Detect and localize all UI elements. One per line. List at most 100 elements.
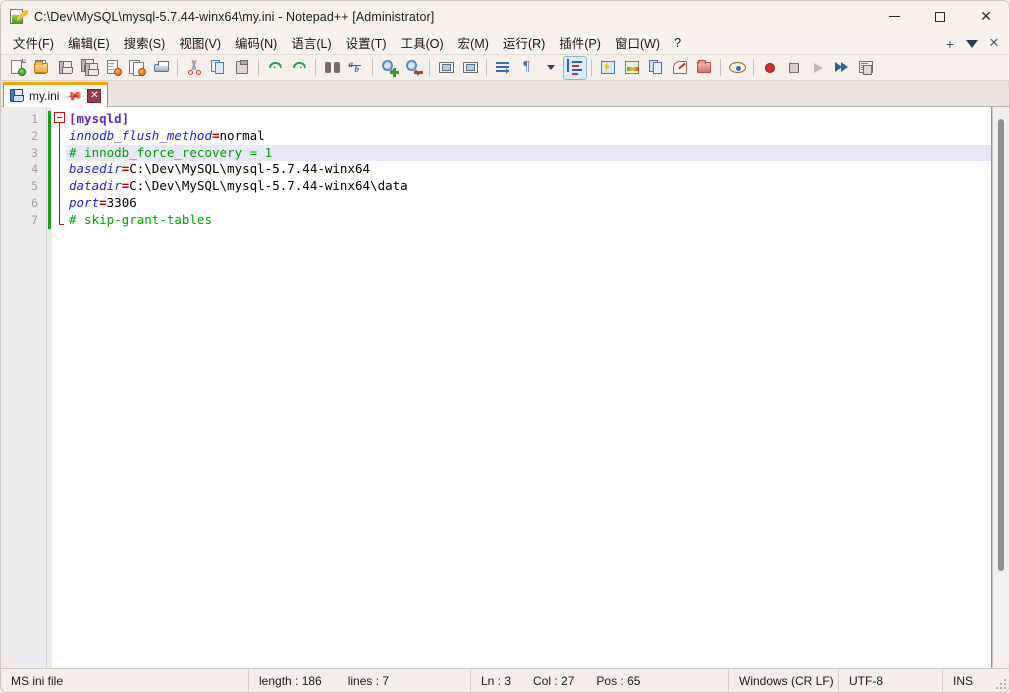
eye-monitor-icon xyxy=(728,59,746,76)
pin-icon[interactable]: 📌 xyxy=(64,86,84,106)
menu-plugins[interactable]: 插件(P) xyxy=(552,31,608,55)
menu-macro[interactable]: 宏(M) xyxy=(451,31,496,55)
show-all-chars-dropdown[interactable] xyxy=(540,57,562,79)
tab-close-icon[interactable]: ✕ xyxy=(87,89,102,103)
zoom-in-button[interactable] xyxy=(378,57,400,79)
line-number: 5 xyxy=(31,179,38,194)
macro-save-button[interactable] xyxy=(855,57,877,79)
ini-key: port xyxy=(69,194,100,210)
floppy-save-icon xyxy=(57,59,74,76)
redo-button[interactable] xyxy=(288,57,310,79)
document-map-button[interactable] xyxy=(621,57,643,79)
new-file-button[interactable] xyxy=(6,57,28,79)
ini-section: [mysqld] xyxy=(69,111,130,126)
scroll-thumb[interactable] xyxy=(998,119,1004,571)
status-eol[interactable]: Windows (CR LF) xyxy=(729,669,839,692)
paste-button[interactable] xyxy=(231,57,253,79)
document-list-button[interactable] xyxy=(961,33,983,55)
find-button[interactable] xyxy=(321,57,343,79)
close-button[interactable]: ✕ xyxy=(963,1,1009,32)
copy-button[interactable] xyxy=(207,57,229,79)
code-line: [mysqld] xyxy=(66,111,991,128)
open-file-button[interactable] xyxy=(30,57,52,79)
printer-icon xyxy=(153,59,170,76)
zoom-out-button[interactable] xyxy=(402,57,424,79)
replace-button[interactable]: ab xyxy=(345,57,367,79)
menu-tools[interactable]: 工具(O) xyxy=(394,31,451,55)
word-wrap-button[interactable] xyxy=(492,57,514,79)
sync-horizontal-button[interactable] xyxy=(459,57,481,79)
menu-edit[interactable]: 编辑(E) xyxy=(61,31,117,55)
show-all-chars-button[interactable]: ¶ xyxy=(516,57,538,79)
menu-help[interactable]: ? xyxy=(667,34,688,53)
folder-as-workspace-icon xyxy=(696,59,713,76)
indent-guide-button[interactable] xyxy=(563,55,587,80)
status-length: length : 186 xyxy=(259,673,322,688)
menu-search[interactable]: 搜索(S) xyxy=(117,31,173,55)
notepad-plus-plus-icon xyxy=(10,8,28,25)
resize-grip[interactable] xyxy=(994,677,1006,689)
pilcrow-icon: ¶ xyxy=(522,59,530,74)
menu-run[interactable]: 运行(R) xyxy=(496,31,552,55)
code-folding-column[interactable] xyxy=(52,107,66,668)
function-list-button[interactable] xyxy=(645,57,667,79)
menu-language[interactable]: 语言(L) xyxy=(284,31,338,55)
menu-view[interactable]: 视图(V) xyxy=(172,31,228,55)
document-close-button[interactable]: ✕ xyxy=(983,33,1005,55)
ini-key: innodb_flush_method xyxy=(69,127,212,143)
indent-guide-icon xyxy=(566,59,584,76)
ini-equals: = xyxy=(212,127,220,143)
toolbar-separator xyxy=(177,59,178,76)
status-ln: Ln : 3 xyxy=(481,673,512,688)
new-document-icon xyxy=(9,59,26,76)
menu-window[interactable]: 窗口(W) xyxy=(608,31,667,55)
folder-workspace-button[interactable] xyxy=(693,57,715,79)
menu-encoding[interactable]: 编码(N) xyxy=(228,31,284,55)
close-file-button[interactable] xyxy=(102,57,124,79)
macro-stop-button[interactable] xyxy=(783,57,805,79)
ini-value: C:\Dev\MySQL\mysql-5.7.44-winx64\data xyxy=(129,178,408,194)
toolbar-separator xyxy=(591,59,592,76)
status-lines: lines : 7 xyxy=(347,673,390,688)
minimize-button[interactable] xyxy=(871,1,917,32)
tab-my-ini[interactable]: my.ini 📌 ✕ xyxy=(3,82,109,107)
editor-inner[interactable]: 1 2 3 4 5 6 7 [mysqld] innodb_flush_meth… xyxy=(1,107,992,668)
menu-file[interactable]: 文件(F) xyxy=(6,31,61,55)
macro-run-multiple-button[interactable] xyxy=(831,57,853,79)
code-text[interactable]: [mysqld] innodb_flush_method=normal # in… xyxy=(66,107,991,668)
macro-record-button[interactable] xyxy=(759,57,781,79)
line-number-gutter: 1 2 3 4 5 6 7 xyxy=(1,107,47,668)
fold-line xyxy=(59,123,60,224)
document-add-button[interactable]: + xyxy=(939,33,961,55)
magnifier-minus-icon xyxy=(405,59,423,76)
ini-value: normal xyxy=(219,127,265,143)
macro-play-button[interactable] xyxy=(807,57,829,79)
save-all-button[interactable] xyxy=(78,57,100,79)
undo-button[interactable] xyxy=(264,57,286,79)
cut-button[interactable] xyxy=(183,57,205,79)
editor-vertical-scrollbar[interactable] xyxy=(992,107,1009,668)
code-line-current: # innodb_force_recovery = 1 xyxy=(66,144,991,162)
close-all-button[interactable] xyxy=(126,57,148,79)
menu-settings[interactable]: 设置(T) xyxy=(339,31,394,55)
status-length-lines: length : 186 lines : 7 xyxy=(249,669,471,692)
maximize-button[interactable] xyxy=(917,1,963,32)
record-dot-icon xyxy=(765,62,775,73)
status-position: Ln : 3 Col : 27 Pos : 65 xyxy=(471,669,729,692)
print-button[interactable] xyxy=(150,57,172,79)
binoculars-icon xyxy=(324,59,341,76)
toolbar: ab ¶ xyxy=(1,55,1009,81)
user-defined-dialog-button[interactable] xyxy=(597,57,619,79)
toolbar-separator xyxy=(753,59,754,76)
save-macro-panel-icon xyxy=(858,59,875,76)
collapse-minus-icon[interactable] xyxy=(54,112,65,123)
line-number: 1 xyxy=(31,112,38,126)
doc-switcher-button[interactable] xyxy=(669,57,691,79)
monitoring-button[interactable] xyxy=(726,57,748,79)
status-encoding[interactable]: UTF-8 xyxy=(839,669,943,692)
sync-vertical-button[interactable] xyxy=(435,57,457,79)
code-line: port=3306 xyxy=(66,195,991,212)
ini-key: datadir xyxy=(69,178,122,194)
fast-forward-icon xyxy=(835,62,849,73)
save-button[interactable] xyxy=(54,57,76,79)
